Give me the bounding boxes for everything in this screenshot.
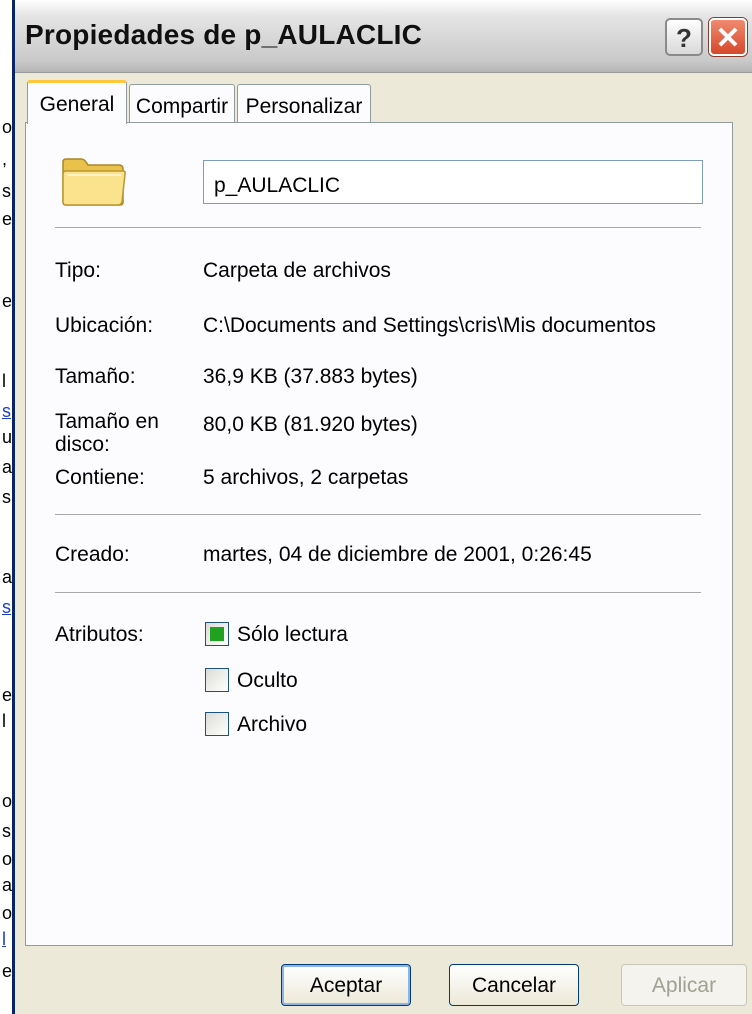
separator <box>55 227 701 229</box>
folder-icon <box>62 158 126 206</box>
tab-general[interactable]: General <box>27 80 127 124</box>
background-text: a <box>2 875 13 895</box>
background-text: o <box>2 903 13 923</box>
separator <box>55 592 701 594</box>
archive-label[interactable]: Archivo <box>237 713 307 737</box>
background-text: , <box>2 149 8 169</box>
separator <box>55 514 701 516</box>
background-text: e <box>2 209 13 229</box>
size-value: 36,9 KB (37.883 bytes) <box>203 365 418 388</box>
contains-label: Contiene: <box>55 466 145 489</box>
readonly-checkbox[interactable] <box>205 622 229 646</box>
close-button[interactable]: ✕ <box>709 18 747 56</box>
background-link[interactable]: l <box>2 930 6 948</box>
background-page: o , s e e l s u a s a s e l o s o a o l … <box>0 0 12 1014</box>
tab-compartir[interactable]: Compartir <box>129 84 235 124</box>
hidden-checkbox[interactable] <box>205 668 229 692</box>
tab-personalizar[interactable]: Personalizar <box>237 84 371 124</box>
folder-name-input[interactable] <box>203 160 703 204</box>
background-text: a <box>2 457 13 477</box>
hidden-label[interactable]: Oculto <box>237 669 298 693</box>
background-text: s <box>2 821 11 841</box>
background-text: o <box>2 791 13 811</box>
background-text: l <box>2 371 6 391</box>
location-label: Ubicación: <box>55 314 154 337</box>
background-text: e <box>2 961 13 981</box>
readonly-label[interactable]: Sólo lectura <box>237 623 348 647</box>
tab-panel-general <box>25 122 733 946</box>
close-icon: ✕ <box>715 22 741 55</box>
background-text: o <box>2 849 13 869</box>
background-link[interactable]: s <box>2 598 11 616</box>
size-label: Tamaño: <box>55 365 136 388</box>
background-text: s <box>2 181 11 201</box>
background-text: e <box>2 291 13 311</box>
archive-checkbox[interactable] <box>205 712 229 736</box>
help-button[interactable]: ? <box>665 18 703 56</box>
contains-value: 5 archivos, 2 carpetas <box>203 466 409 489</box>
apply-button[interactable]: Aplicar <box>621 964 747 1006</box>
size-on-disk-label: Tamaño en disco: <box>55 410 159 456</box>
window-title: Propiedades de p_AULACLIC <box>25 19 423 50</box>
size-on-disk-value: 80,0 KB (81.920 bytes) <box>203 413 418 436</box>
background-text: e <box>2 685 13 705</box>
background-text: l <box>2 711 6 731</box>
ok-button[interactable]: Aceptar <box>281 964 411 1006</box>
background-text: u <box>2 427 13 447</box>
help-icon: ? <box>676 23 692 53</box>
created-value: martes, 04 de diciembre de 2001, 0:26:45 <box>203 543 592 566</box>
location-value: C:\Documents and Settings\cris\Mis docum… <box>203 314 656 337</box>
type-label: Tipo: <box>55 259 101 282</box>
background-text: a <box>2 567 13 587</box>
created-label: Creado: <box>55 543 130 566</box>
type-value: Carpeta de archivos <box>203 259 391 282</box>
background-text: s <box>2 487 11 507</box>
title-bar[interactable]: Propiedades de p_AULACLIC ? ✕ <box>15 0 752 73</box>
cancel-button[interactable]: Cancelar <box>449 964 579 1006</box>
attributes-label: Atributos: <box>55 623 144 646</box>
properties-dialog: Propiedades de p_AULACLIC ? ✕ General Co… <box>12 0 752 1014</box>
background-text: o <box>2 117 13 137</box>
background-link[interactable]: s <box>2 402 11 420</box>
